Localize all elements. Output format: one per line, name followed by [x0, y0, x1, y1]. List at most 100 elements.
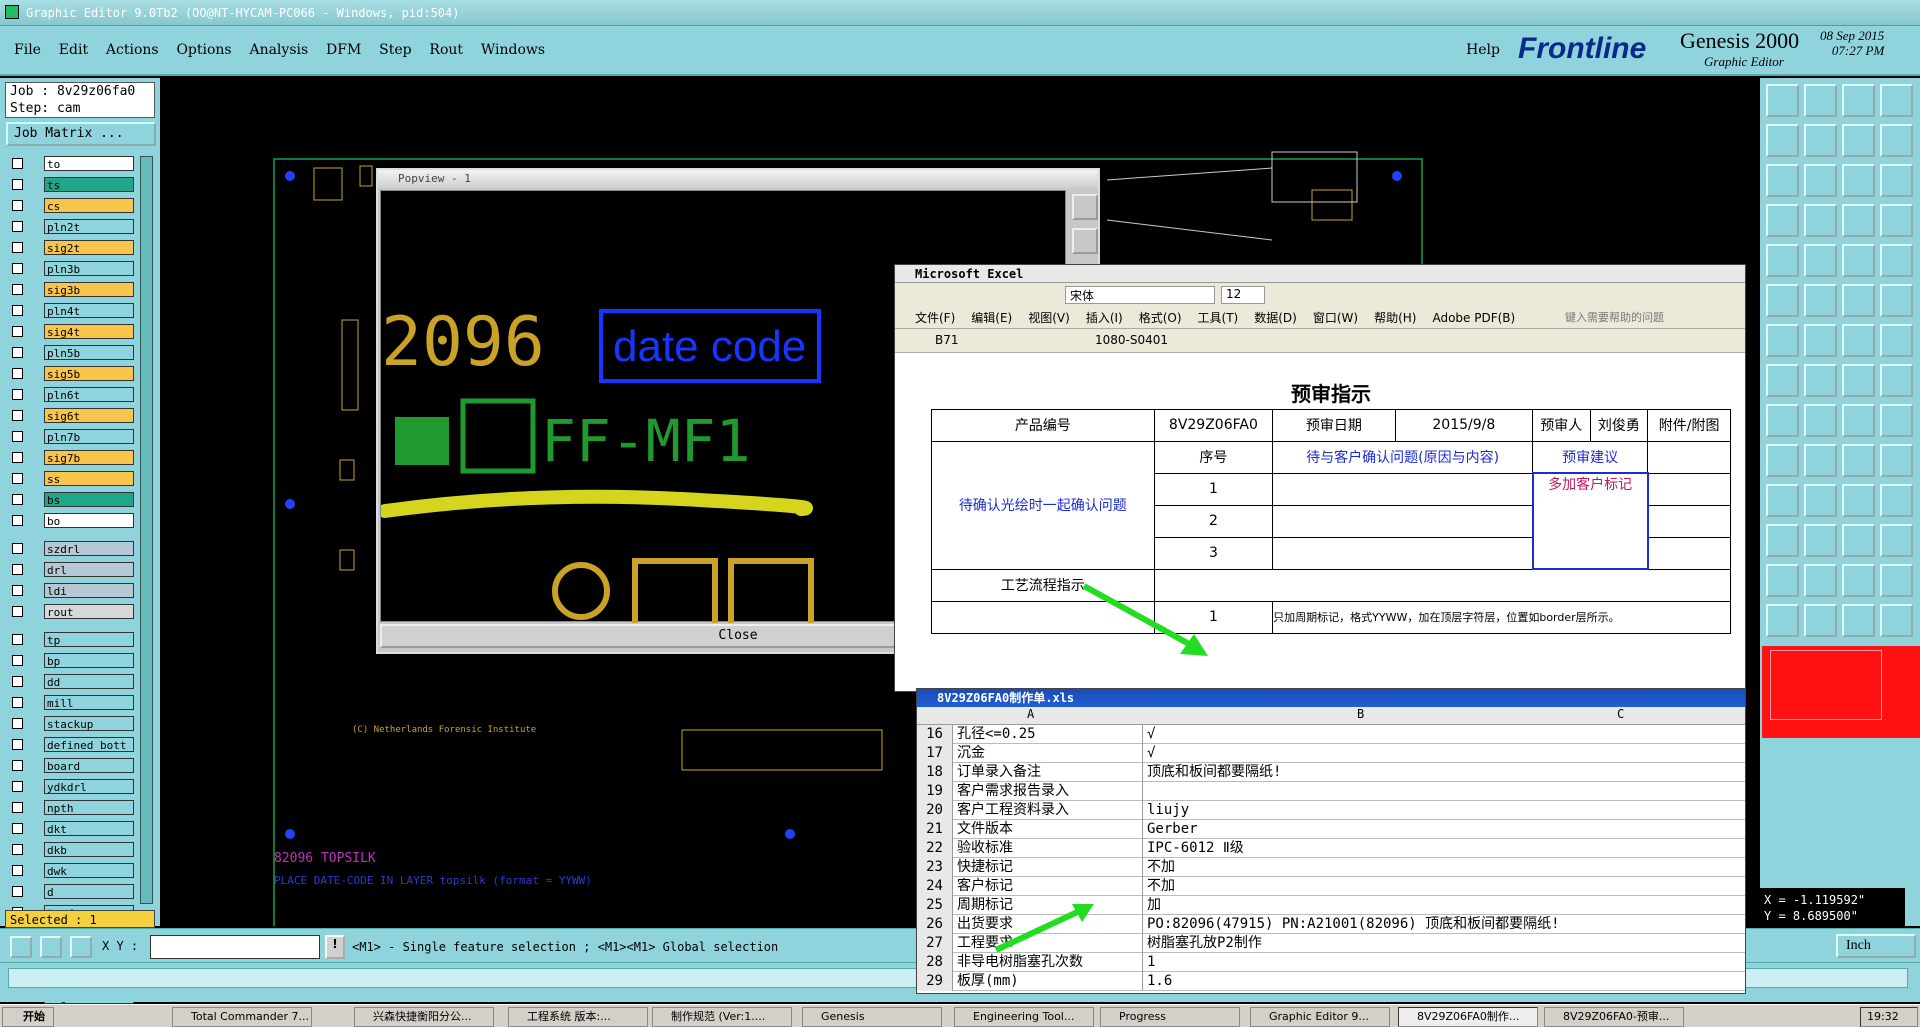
- layer-name[interactable]: ts: [44, 177, 134, 192]
- cell-b[interactable]: √: [1145, 725, 1565, 744]
- excel-sheet[interactable]: 预审指示 产品编号 8V29Z06FA0 预审日期 2015/9/8 预审人 刘…: [931, 377, 1747, 691]
- layer-scrollbar[interactable]: [140, 156, 153, 904]
- row-number[interactable]: 23: [917, 858, 953, 877]
- cell-a[interactable]: 板厚(mm): [955, 972, 1143, 991]
- layer-checkbox[interactable]: [12, 410, 23, 421]
- cell-reviewer[interactable]: 刘俊勇: [1589, 408, 1649, 442]
- job-matrix-button[interactable]: Job Matrix ...: [6, 122, 156, 146]
- tool-button[interactable]: [1842, 604, 1875, 637]
- table-row[interactable]: 20 客户工程资料录入 liujy: [917, 801, 1745, 820]
- tool-button[interactable]: [1766, 524, 1799, 557]
- table-row[interactable]: 16 孔径<=0.25 √: [917, 725, 1745, 744]
- cell-num-3[interactable]: 3: [1153, 536, 1274, 570]
- cell-b[interactable]: 不加: [1145, 858, 1565, 877]
- layer-name[interactable]: drl: [44, 562, 134, 577]
- excel-menu-item[interactable]: 帮助(H): [1374, 311, 1416, 325]
- table-row[interactable]: 22 验收标准 IPC-6012 Ⅱ级: [917, 839, 1745, 858]
- layer-row[interactable]: sig5b: [8, 366, 134, 382]
- layer-row[interactable]: npth: [8, 800, 134, 816]
- layer-name[interactable]: sig7b: [44, 450, 134, 465]
- tool-button[interactable]: [1880, 364, 1913, 397]
- overview-viewport[interactable]: [1770, 650, 1882, 720]
- cell-a[interactable]: 订单录入备注: [955, 763, 1143, 782]
- tool-button[interactable]: [1766, 164, 1799, 197]
- cell-b[interactable]: Gerber: [1145, 820, 1565, 839]
- layer-name[interactable]: dkb: [44, 842, 134, 857]
- cell-reviewer-label[interactable]: 预审人: [1532, 408, 1591, 442]
- tool-button[interactable]: [1880, 484, 1913, 517]
- cell-a[interactable]: 验收标准: [955, 839, 1143, 858]
- layer-row[interactable]: defined_bott: [8, 737, 134, 753]
- tool-button[interactable]: [1880, 324, 1913, 357]
- layer-row[interactable]: ts: [8, 177, 134, 193]
- layer-row[interactable]: dkt: [8, 821, 134, 837]
- layer-row[interactable]: szdrl: [8, 541, 134, 557]
- cell-b[interactable]: IPC-6012 Ⅱ级: [1145, 839, 1565, 858]
- formula-value[interactable]: 1080-S0401: [1095, 333, 1168, 347]
- layer-checkbox[interactable]: [12, 718, 23, 729]
- layer-checkbox[interactable]: [12, 606, 23, 617]
- tool-button[interactable]: [1880, 444, 1913, 477]
- layer-checkbox[interactable]: [12, 760, 23, 771]
- row-number[interactable]: 17: [917, 744, 953, 763]
- layer-row[interactable]: pln4t: [8, 303, 134, 319]
- task-graphic-editor[interactable]: Graphic Editor 9...: [1250, 1007, 1390, 1027]
- tool-button[interactable]: [1804, 444, 1837, 477]
- tool-button[interactable]: [1842, 404, 1875, 437]
- layer-row[interactable]: ldi: [8, 583, 134, 599]
- tool-button[interactable]: [1766, 364, 1799, 397]
- layer-checkbox[interactable]: [12, 431, 23, 442]
- row-number[interactable]: 16: [917, 725, 953, 744]
- tool-button[interactable]: [1766, 324, 1799, 357]
- tool-button[interactable]: [1766, 604, 1799, 637]
- help-question-box[interactable]: 键入需要帮助的问题: [1565, 309, 1735, 325]
- layer-checkbox[interactable]: [12, 564, 23, 575]
- layer-checkbox[interactable]: [12, 543, 23, 554]
- layer-checkbox[interactable]: [12, 263, 23, 274]
- task-engineering-system[interactable]: 工程系统 版本:...: [508, 1007, 648, 1027]
- cell-b[interactable]: 树脂塞孔放P2制作: [1145, 934, 1565, 953]
- layer-row[interactable]: pln3b: [8, 261, 134, 277]
- cell-attachment[interactable]: 附件/附图: [1647, 408, 1731, 442]
- menu-step[interactable]: Step: [379, 42, 411, 58]
- layer-name[interactable]: npth: [44, 800, 134, 815]
- layer-checkbox[interactable]: [12, 886, 23, 897]
- tool-button[interactable]: [1880, 604, 1913, 637]
- menu-file[interactable]: File: [14, 42, 41, 58]
- cell-b[interactable]: 加: [1145, 896, 1565, 915]
- cell-side-note[interactable]: 待确认光绘时一起确认问题: [931, 440, 1155, 570]
- tool-button[interactable]: [1766, 204, 1799, 237]
- layer-checkbox[interactable]: [12, 802, 23, 813]
- tool-button[interactable]: [1766, 564, 1799, 597]
- tool-button[interactable]: [1842, 484, 1875, 517]
- table-row[interactable]: 19 客户需求报告录入: [917, 782, 1745, 801]
- layer-name[interactable]: rout: [44, 604, 134, 619]
- excel-menu-item[interactable]: 窗口(W): [1313, 311, 1358, 325]
- cell-b[interactable]: 1: [1145, 953, 1565, 972]
- layer-row[interactable]: sig6t: [8, 408, 134, 424]
- tool-button[interactable]: [1766, 444, 1799, 477]
- start-button[interactable]: 开始: [2, 1007, 54, 1027]
- layer-name[interactable]: pln5b: [44, 345, 134, 360]
- layer-checkbox[interactable]: [12, 844, 23, 855]
- cell-date-label[interactable]: 预审日期: [1272, 408, 1396, 442]
- row-number[interactable]: 20: [917, 801, 953, 820]
- layer-checkbox[interactable]: [12, 179, 23, 190]
- cell-a[interactable]: 客户标记: [955, 877, 1143, 896]
- row-number[interactable]: 18: [917, 763, 953, 782]
- layer-checkbox[interactable]: [12, 326, 23, 337]
- layer-row[interactable]: dd: [8, 674, 134, 690]
- layer-checkbox[interactable]: [12, 284, 23, 295]
- layer-name[interactable]: ldi: [44, 583, 134, 598]
- cell-product-label[interactable]: 产品编号: [931, 408, 1155, 442]
- layer-row[interactable]: bo: [8, 513, 134, 529]
- layer-name[interactable]: dwk: [44, 863, 134, 878]
- layer-row[interactable]: mill: [8, 695, 134, 711]
- tool-button[interactable]: [1880, 284, 1913, 317]
- layer-name[interactable]: pln3b: [44, 261, 134, 276]
- cell-num-2[interactable]: 2: [1153, 504, 1274, 538]
- cell-row8[interactable]: 只加周期标记，格式YYWW，加在顶层字符层，位置如border层所示。: [1272, 600, 1731, 634]
- layer-name[interactable]: mill: [44, 695, 134, 710]
- cell-a[interactable]: 孔径<=0.25: [955, 725, 1143, 744]
- menu-options[interactable]: Options: [176, 42, 231, 58]
